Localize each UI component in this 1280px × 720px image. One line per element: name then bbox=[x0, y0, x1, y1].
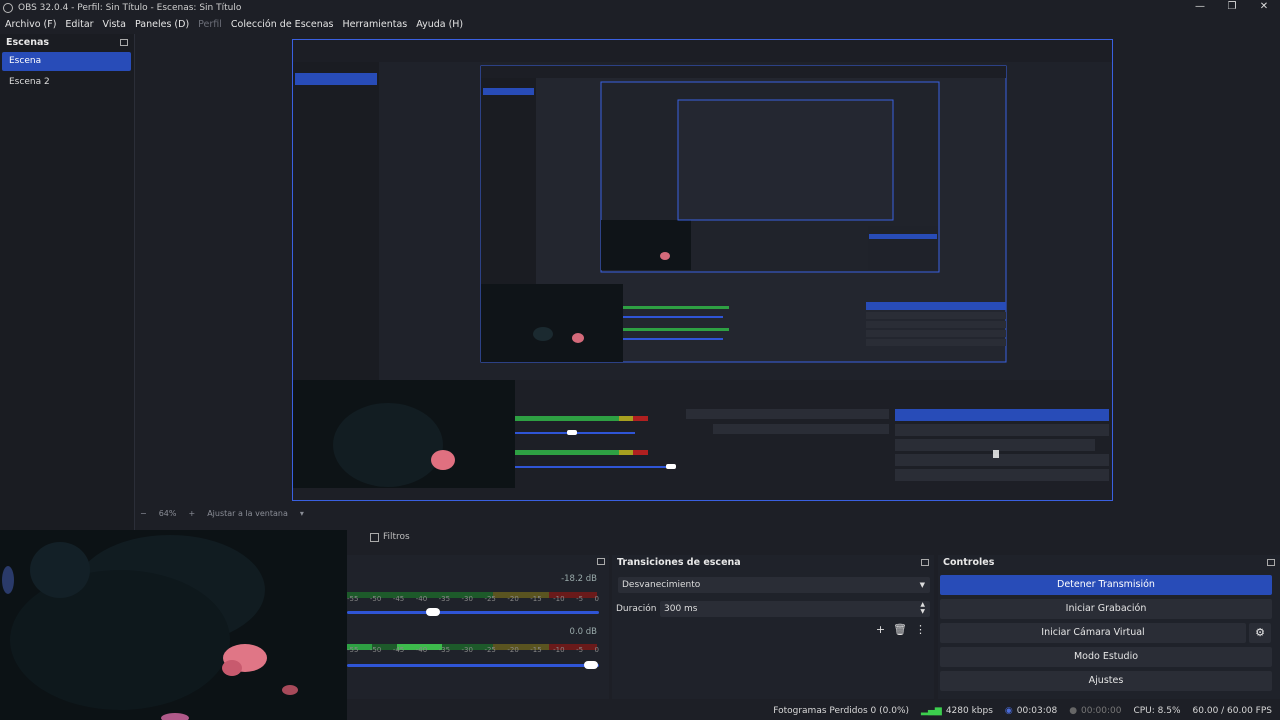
scenes-dock: Escenas Escena Escena 2 bbox=[0, 34, 135, 530]
close-icon[interactable]: ✕ bbox=[1248, 0, 1280, 16]
track2-meter bbox=[347, 639, 597, 650]
settings-button[interactable]: Ajustes bbox=[940, 671, 1272, 691]
mixer-undock-icon[interactable] bbox=[597, 558, 605, 565]
transition-type-select[interactable]: Desvanecimiento ▼ bbox=[618, 577, 930, 593]
bitrate: 4280 kbps bbox=[945, 706, 993, 716]
fit-to-window-label[interactable]: Ajustar a la ventana bbox=[207, 509, 288, 518]
recursive-preview-image bbox=[293, 40, 1112, 500]
track1-meter bbox=[347, 587, 597, 598]
stream-status-icon: ◉ bbox=[1004, 706, 1013, 716]
menu-editar[interactable]: Editar bbox=[65, 19, 93, 30]
filters-tab-label: Filtros bbox=[383, 532, 410, 542]
webcam-image bbox=[0, 530, 347, 720]
menu-herramientas[interactable]: Herramientas bbox=[343, 19, 408, 30]
stream-time: 00:03:08 bbox=[1016, 706, 1058, 716]
trash-icon[interactable]: 🗑 bbox=[893, 623, 907, 636]
zoom-out-icon[interactable]: − bbox=[140, 509, 147, 518]
virtual-camera-settings-gear-icon[interactable]: ⚙ bbox=[1249, 623, 1271, 643]
minimize-icon[interactable]: — bbox=[1184, 0, 1216, 16]
track1-volume-slider[interactable] bbox=[347, 608, 599, 616]
more-options-icon[interactable]: ⋮ bbox=[915, 623, 926, 636]
scenes-dock-title: Escenas bbox=[6, 36, 50, 48]
track1-volume-knob[interactable] bbox=[425, 608, 440, 616]
window-controls: — ❐ ✕ bbox=[1184, 0, 1280, 16]
preview-canvas[interactable] bbox=[292, 39, 1113, 501]
menu-perfil[interactable]: Perfil bbox=[198, 19, 222, 30]
status-bar: Fotogramas Perdidos 0 (0.0%) ▂▄▆ 4280 kb… bbox=[0, 702, 1280, 720]
preview-zoom-bar: − 64% + Ajustar a la ventana ▾ bbox=[140, 507, 316, 519]
record-status-icon: ● bbox=[1069, 706, 1078, 716]
controls-title: Controles bbox=[943, 556, 995, 568]
audio-mixer-dock: -18.2 dB -55 -50 -45 -40 -35 -30 -25 -20 -15 -10-… bbox=[347, 555, 609, 699]
scene-item-escena[interactable]: Escena bbox=[2, 52, 131, 71]
controls-dock: Controles Detener Transmisión Iniciar Gr… bbox=[938, 555, 1280, 699]
title-bar: OBS 32.0.4 - Perfil: Sin Título - Escena… bbox=[0, 0, 1280, 16]
zoom-level: 64% bbox=[158, 508, 177, 518]
undock-icon[interactable] bbox=[120, 38, 128, 46]
transitions-title: Transiciones de escena bbox=[617, 556, 741, 568]
controls-header: Controles bbox=[938, 555, 1280, 569]
start-virtual-camera-button[interactable]: Iniciar Cámara Virtual bbox=[940, 623, 1246, 643]
duration-value: 300 ms bbox=[664, 604, 698, 614]
transitions-undock-icon[interactable] bbox=[921, 558, 929, 566]
scene-transitions-dock: Transiciones de escena Desvanecimiento ▼… bbox=[612, 555, 934, 699]
track2-db: 0.0 dB bbox=[569, 627, 597, 637]
studio-mode-button[interactable]: Modo Estudio bbox=[940, 647, 1272, 667]
menu-vista[interactable]: Vista bbox=[103, 19, 126, 30]
transition-type-value: Desvanecimiento bbox=[622, 580, 701, 590]
scenes-dock-header: Escenas bbox=[0, 34, 134, 50]
add-icon[interactable]: + bbox=[876, 623, 885, 636]
menu-archivo[interactable]: Archivo (F) bbox=[5, 19, 56, 30]
spin-arrows-icon[interactable]: ▲ ▼ bbox=[920, 601, 925, 615]
webcam-overlay bbox=[0, 530, 347, 720]
maximize-icon[interactable]: ❐ bbox=[1216, 0, 1248, 16]
zoom-in-icon[interactable]: + bbox=[188, 509, 195, 518]
track1-db: -18.2 dB bbox=[561, 574, 597, 584]
track1-ticks: -55 -50 -45 -40 -35 -30 -25 -20 -15 -10 -5 0 bbox=[347, 595, 599, 603]
scene-item-escena-2[interactable]: Escena 2 bbox=[2, 73, 131, 92]
track2-volume-slider[interactable] bbox=[347, 661, 599, 669]
menu-paneles[interactable]: Paneles (D) bbox=[135, 19, 189, 30]
menu-ayuda[interactable]: Ayuda (H) bbox=[416, 19, 463, 30]
stop-streaming-button[interactable]: Detener Transmisión bbox=[940, 575, 1272, 595]
fps: 60.00 / 60.00 FPS bbox=[1192, 706, 1272, 716]
start-recording-button[interactable]: Iniciar Grabación bbox=[940, 599, 1272, 619]
chevron-down-icon: ▼ bbox=[919, 581, 925, 589]
cpu-usage: CPU: 8.5% bbox=[1133, 706, 1181, 716]
recording-time: 00:00:00 bbox=[1081, 706, 1122, 716]
track2-volume-knob[interactable] bbox=[584, 661, 599, 669]
controls-undock-icon[interactable] bbox=[1267, 558, 1275, 566]
filters-icon bbox=[370, 532, 379, 542]
transitions-header: Transiciones de escena bbox=[612, 555, 934, 569]
menu-coleccion-escenas[interactable]: Colección de Escenas bbox=[231, 19, 334, 30]
transition-tools: + 🗑 ⋮ bbox=[876, 623, 926, 636]
signal-bars-icon: ▂▄▆ bbox=[921, 706, 942, 716]
chevron-down-icon[interactable]: ▾ bbox=[300, 509, 304, 518]
obs-logo-icon bbox=[3, 3, 13, 13]
track2-ticks: -55 -50 -45 -40 -35 -30 -25 -20 -15 -10 -5 0 bbox=[347, 646, 599, 654]
menu-bar: Archivo (F) Editar Vista Paneles (D) Per… bbox=[0, 16, 467, 32]
dropped-frames: Fotogramas Perdidos 0 (0.0%) bbox=[773, 706, 910, 716]
duration-label: Duración bbox=[616, 604, 657, 614]
filters-tab[interactable]: Filtros bbox=[370, 530, 410, 544]
duration-input[interactable]: 300 ms ▲ ▼ bbox=[660, 601, 930, 617]
window-title: OBS 32.0.4 - Perfil: Sin Título - Escena… bbox=[18, 3, 242, 13]
